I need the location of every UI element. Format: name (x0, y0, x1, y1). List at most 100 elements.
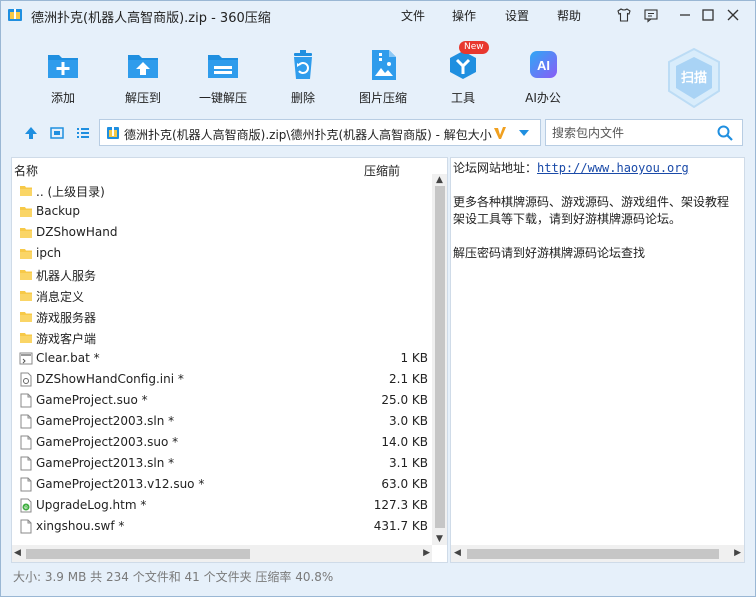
folder-icon (19, 183, 33, 198)
scan-button[interactable]: 扫描 (665, 47, 723, 109)
address-path: 德洲扑克(机器人高智商版).zip\德州扑克(机器人高智商版) - 解包大小 (124, 128, 492, 142)
file-size: 25.0 KB (381, 393, 428, 407)
zip-file-icon (107, 127, 119, 139)
folder-icon (19, 246, 33, 261)
folder-row[interactable]: Backup (12, 201, 432, 222)
list-view-icon[interactable] (75, 125, 91, 141)
tools-button[interactable]: New 工具 (427, 41, 499, 105)
menu-operation[interactable]: 操作 (452, 7, 476, 24)
file-row[interactable]: e UpgradeLog.htm * 127.3 KB (12, 495, 432, 516)
horizontal-scroll-thumb[interactable] (26, 549, 250, 559)
ai-office-button[interactable]: AI AI办公 (507, 47, 579, 105)
file-row[interactable]: GameProject2003.sln * 3.0 KB (12, 411, 432, 432)
file-size: 127.3 KB (373, 498, 428, 512)
scroll-right-arrow[interactable]: ▶ (423, 548, 430, 558)
folder-row[interactable]: 消息定义 (12, 285, 432, 306)
folder-row[interactable]: ipch (12, 243, 432, 264)
tools-icon: New (445, 41, 489, 83)
menu-help[interactable]: 帮助 (557, 7, 581, 24)
file-name: GameProject2013.sln * (36, 456, 175, 470)
comment-panel: 论坛网站地址：http://www.haoyou.org 更多各种棋牌源码、游戏… (450, 157, 745, 563)
address-bar[interactable]: 德洲扑克(机器人高智商版).zip\德州扑克(机器人高智商版) - 解包大小 (99, 119, 541, 146)
zip-app-icon (8, 9, 22, 21)
one-click-extract-button[interactable]: 一键解压 (187, 47, 259, 105)
file-size: 3.0 KB (389, 414, 428, 428)
thumbnail-view-icon[interactable] (49, 125, 65, 141)
close-icon[interactable] (721, 5, 745, 25)
extract-to-button[interactable]: 解压到 (107, 47, 179, 105)
image-compress-button[interactable]: 图片压缩 (347, 47, 419, 105)
vertical-scrollbar[interactable]: ▲ ▼ (432, 174, 447, 545)
comment-scroll-thumb[interactable] (467, 549, 719, 559)
horizontal-scrollbar[interactable]: ◀ ▶ (12, 545, 432, 562)
forum-address-label: 论坛网站地址： (453, 161, 538, 175)
file-size: 14.0 KB (381, 435, 428, 449)
folder-row[interactable]: 游戏客户端 (12, 327, 432, 348)
image-compress-icon (365, 47, 401, 83)
folder-row[interactable]: DZShowHand (12, 222, 432, 243)
file-name: xingshou.swf * (36, 519, 125, 533)
column-name-header[interactable]: 名称 (14, 162, 38, 179)
add-button[interactable]: 添加 (27, 47, 99, 105)
file-row[interactable]: GameProject.suo * 25.0 KB (12, 390, 432, 411)
file-row[interactable]: xingshou.swf * 431.7 KB (12, 516, 432, 537)
scroll-left-arrow[interactable]: ◀ (14, 548, 21, 558)
ini-file-icon (19, 372, 33, 387)
file-row[interactable]: GameProject2003.suo * 14.0 KB (12, 432, 432, 453)
minimize-icon[interactable] (673, 5, 697, 25)
forum-link[interactable]: http://www.haoyou.org (537, 161, 689, 175)
comment-horizontal-scrollbar[interactable]: ◀ ▶ (451, 545, 744, 562)
file-row[interactable]: GameProject2013.v12.suo * 63.0 KB (12, 474, 432, 495)
folder-icon (19, 288, 33, 303)
extract-to-icon (125, 47, 161, 83)
file-row[interactable]: Clear.bat * 1 KB (12, 348, 432, 369)
folder-icon (19, 204, 33, 219)
dropdown-arrow-icon[interactable] (518, 129, 530, 137)
menu-file[interactable]: 文件 (401, 7, 425, 24)
file-name: 游戏客户端 (36, 332, 97, 346)
comment-scroll-right-arrow[interactable]: ▶ (734, 548, 741, 558)
folder-row[interactable]: 机器人服务 (12, 264, 432, 285)
image-compress-label: 图片压缩 (358, 91, 407, 105)
menu-settings[interactable]: 设置 (505, 7, 529, 24)
bat-file-icon (19, 351, 33, 366)
add-label: 添加 (50, 91, 75, 105)
file-rows: .. (上级目录) Backup DZShowHand ipch 机器人服务 消息定义 游戏… (12, 180, 432, 537)
folder-icon (19, 267, 33, 282)
comment-line-2: 更多各种棋牌源码、游戏源码、游戏组件、架设教程 (453, 195, 730, 209)
svg-text:AI: AI (537, 58, 550, 73)
up-arrow-icon[interactable] (23, 125, 39, 141)
file-size: 1 KB (400, 351, 428, 365)
folder-icon (19, 330, 33, 345)
file-name: GameProject2003.sln * (36, 414, 175, 428)
vertical-scroll-thumb[interactable] (435, 186, 445, 528)
search-input[interactable] (546, 120, 716, 145)
column-header: 名称 压缩前 (12, 158, 432, 180)
file-row[interactable]: GameProject2013.sln * 3.1 KB (12, 453, 432, 474)
folder-row[interactable]: 游戏服务器 (12, 306, 432, 327)
file-size: 2.1 KB (389, 372, 428, 386)
delete-button[interactable]: 删除 (267, 47, 339, 105)
file-file-icon (19, 393, 33, 408)
folder-row[interactable]: .. (上级目录) (12, 180, 432, 201)
search-icon[interactable] (716, 124, 734, 142)
file-name: GameProject.suo * (36, 393, 148, 407)
file-name: .. (上级目录) (36, 185, 105, 199)
file-name: ipch (36, 246, 62, 260)
file-size: 63.0 KB (381, 477, 428, 491)
maximize-icon[interactable] (696, 5, 720, 25)
column-size-header[interactable]: 压缩前 (364, 162, 400, 179)
comment-scroll-left-arrow[interactable]: ◀ (454, 548, 461, 558)
file-file-icon (19, 414, 33, 429)
title-bar: 德洲扑克(机器人高智商版).zip - 360压缩 文件 操作 设置 帮助 (1, 1, 755, 29)
scroll-up-arrow[interactable]: ▲ (436, 175, 443, 185)
htm-file-icon: e (19, 498, 33, 513)
extract-to-label: 解压到 (124, 91, 161, 105)
scroll-down-arrow[interactable]: ▼ (436, 534, 443, 544)
file-row[interactable]: DZShowHandConfig.ini * 2.1 KB (12, 369, 432, 390)
feedback-icon[interactable] (639, 5, 663, 25)
archive-comment: 论坛网站地址：http://www.haoyou.org 更多各种棋牌源码、游戏… (453, 160, 744, 262)
window-title: 德洲扑克(机器人高智商版).zip - 360压缩 (31, 11, 271, 26)
file-name: DZShowHand (36, 225, 118, 239)
skin-icon[interactable] (612, 5, 636, 25)
